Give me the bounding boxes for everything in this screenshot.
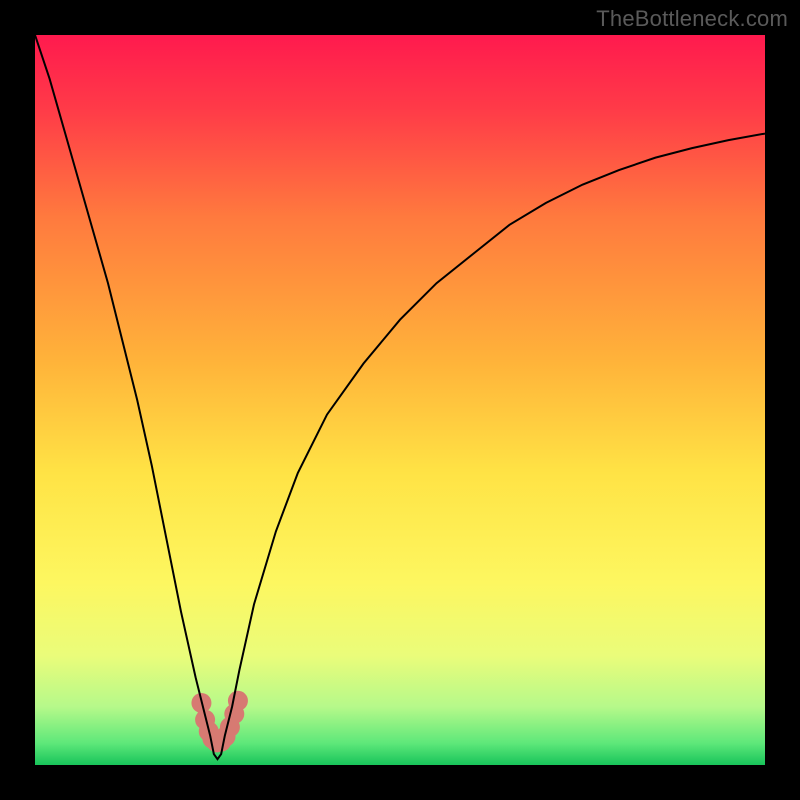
bottleneck-curve [35, 35, 765, 759]
chart-frame: TheBottleneck.com [0, 0, 800, 800]
minimum-marker [191, 691, 248, 753]
curve-layer [35, 35, 765, 765]
plot-area [35, 35, 765, 765]
watermark-text: TheBottleneck.com [596, 6, 788, 32]
